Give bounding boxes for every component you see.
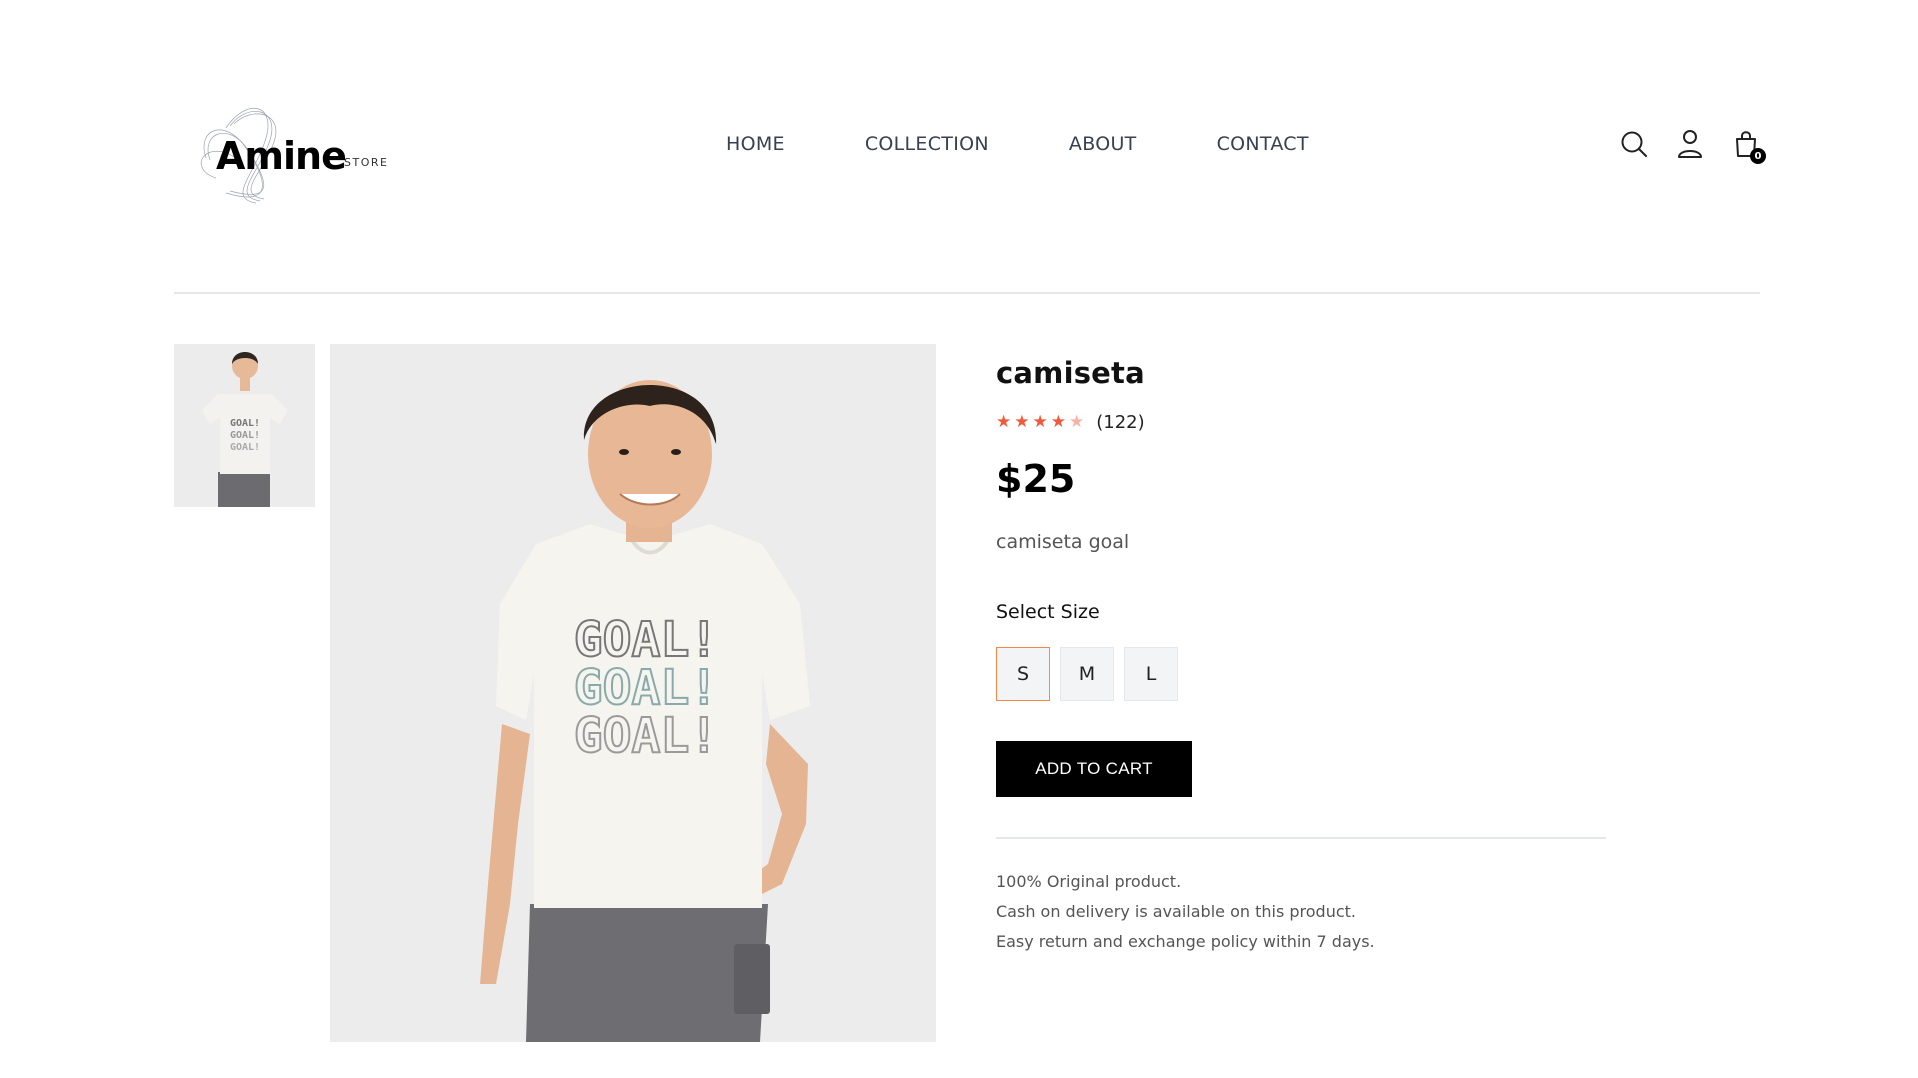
site-header: Amine STORE HOME COLLECTION ABOUT CONTAC… <box>174 90 1766 220</box>
select-size-label: Select Size <box>996 601 1100 623</box>
svg-text:GOAL!: GOAL! <box>230 418 260 429</box>
main-nav: HOME COLLECTION ABOUT CONTACT <box>726 133 1389 155</box>
size-options: S M L <box>996 647 1606 701</box>
product-description: camiseta goal <box>996 531 1130 553</box>
product-rating: ★ ★ ★ ★ ★ (122) <box>996 412 1606 433</box>
size-option-s[interactable]: S <box>996 647 1050 701</box>
star-icon: ★ <box>1014 412 1030 432</box>
product-main-image[interactable]: GOAL! GOAL! GOAL! <box>330 344 936 1042</box>
product-info: camiseta ★ ★ ★ ★ ★ (122) $25 camiseta go… <box>996 356 1606 957</box>
main-product-photo: GOAL! GOAL! GOAL! <box>330 344 936 1042</box>
svg-text:GOAL!: GOAL! <box>574 708 719 764</box>
nav-collection[interactable]: COLLECTION <box>865 133 989 155</box>
policy-item: Cash on delivery is available on this pr… <box>996 902 1356 921</box>
product-title: camiseta <box>996 356 1145 390</box>
header-divider <box>174 292 1760 294</box>
nav-home[interactable]: HOME <box>726 133 785 155</box>
policy-item: Easy return and exchange policy within 7… <box>996 932 1375 951</box>
cart-count-badge: 0 <box>1750 148 1766 164</box>
review-count: (122) <box>1096 412 1145 433</box>
header-icons: 0 <box>1618 128 1766 164</box>
star-icon: ★ <box>1032 412 1048 432</box>
product-policies: 100% Original product. Cash on delivery … <box>996 867 1606 957</box>
size-option-m[interactable]: M <box>1060 647 1114 701</box>
size-option-l[interactable]: L <box>1124 647 1178 701</box>
add-to-cart-button[interactable]: ADD TO CART <box>996 741 1192 797</box>
account-button[interactable] <box>1674 128 1706 160</box>
brand-logo[interactable]: Amine STORE <box>186 98 389 210</box>
star-icon: ★ <box>1050 412 1066 432</box>
product-thumbnail[interactable]: GOAL! GOAL! GOAL! <box>174 344 315 507</box>
star-empty-icon: ★ <box>1069 412 1085 432</box>
search-icon <box>1621 131 1647 157</box>
info-divider <box>996 837 1606 839</box>
cart-button[interactable]: 0 <box>1730 128 1766 164</box>
product-price: $25 <box>996 457 1076 501</box>
thumbnail-image: GOAL! GOAL! GOAL! <box>174 344 315 507</box>
brand-tag: STORE <box>344 156 389 169</box>
brand-name: Amine <box>216 134 347 178</box>
user-icon <box>1678 130 1702 158</box>
nav-about[interactable]: ABOUT <box>1069 133 1137 155</box>
rating-stars: ★ ★ ★ ★ ★ <box>996 414 1084 431</box>
search-button[interactable] <box>1618 128 1650 160</box>
nav-contact[interactable]: CONTACT <box>1217 133 1309 155</box>
svg-text:GOAL!: GOAL! <box>230 430 260 441</box>
star-icon: ★ <box>996 412 1012 432</box>
policy-item: 100% Original product. <box>996 872 1182 891</box>
svg-text:GOAL!: GOAL! <box>230 442 260 453</box>
